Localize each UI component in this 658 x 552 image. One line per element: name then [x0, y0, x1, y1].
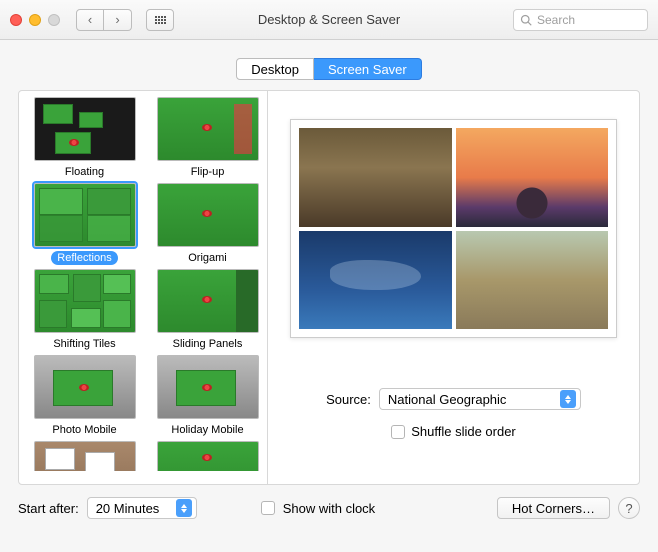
thumbnail-floating — [34, 97, 136, 161]
saver-label: Photo Mobile — [46, 423, 122, 437]
thumbnail-reflections — [34, 183, 136, 247]
saver-photo-mobile[interactable]: Photo Mobile — [27, 355, 142, 437]
saver-origami[interactable]: Origami — [150, 183, 265, 265]
back-button[interactable]: ‹ — [76, 9, 104, 31]
bottom-bar: Start after: 20 Minutes Show with clock … — [0, 485, 658, 519]
shuffle-checkbox[interactable] — [391, 425, 405, 439]
source-value: National Geographic — [388, 392, 507, 407]
maximize-window-button — [48, 14, 60, 26]
search-icon — [520, 14, 532, 26]
show-all-button[interactable] — [146, 9, 174, 31]
preview-image — [456, 128, 609, 227]
thumbnail-shifting-tiles — [34, 269, 136, 333]
shuffle-row: Shuffle slide order — [290, 424, 617, 439]
saver-item-partial[interactable] — [150, 441, 265, 471]
grid-icon — [155, 16, 166, 24]
tab-bar: Desktop Screen Saver — [0, 40, 658, 90]
updown-icon — [560, 390, 576, 408]
saver-item-partial[interactable] — [27, 441, 142, 471]
saver-label: Reflections — [51, 251, 117, 265]
shuffle-label: Shuffle slide order — [411, 424, 516, 439]
nav-buttons: ‹ › — [76, 9, 132, 31]
screensaver-list[interactable]: Floating Flip-up Refle — [19, 91, 268, 484]
source-label: Source: — [326, 392, 371, 407]
saver-label: Origami — [182, 251, 233, 265]
saver-reflections[interactable]: Reflections — [27, 183, 142, 265]
source-row: Source: National Geographic — [290, 388, 617, 410]
start-after-value: 20 Minutes — [96, 501, 160, 516]
saver-label: Flip-up — [185, 165, 231, 179]
saver-label: Floating — [59, 165, 110, 179]
search-input[interactable]: Search — [513, 9, 648, 31]
screensaver-preview — [290, 119, 617, 338]
preview-image — [299, 128, 452, 227]
forward-button[interactable]: › — [104, 9, 132, 31]
saver-holiday-mobile[interactable]: Holiday Mobile — [150, 355, 265, 437]
thumbnail-holiday-mobile — [157, 355, 259, 419]
preview-image — [299, 231, 452, 330]
main-panel: Floating Flip-up Refle — [18, 90, 640, 485]
chevron-left-icon: ‹ — [88, 12, 92, 27]
hot-corners-button[interactable]: Hot Corners… — [497, 497, 610, 519]
search-placeholder: Search — [537, 13, 575, 27]
preview-image — [456, 231, 609, 330]
saver-shifting-tiles[interactable]: Shifting Tiles — [27, 269, 142, 351]
traffic-lights — [10, 14, 60, 26]
close-window-button[interactable] — [10, 14, 22, 26]
tab-segment: Desktop Screen Saver — [236, 58, 421, 80]
saver-label: Sliding Panels — [167, 337, 249, 351]
preview-pane: Source: National Geographic Shuffle slid… — [268, 91, 639, 484]
thumbnail-partial — [34, 441, 136, 471]
saver-floating[interactable]: Floating — [27, 97, 142, 179]
saver-label: Holiday Mobile — [165, 423, 249, 437]
thumbnail-sliding-panels — [157, 269, 259, 333]
updown-icon — [176, 499, 192, 517]
content: Desktop Screen Saver Floating — [0, 40, 658, 552]
show-clock-checkbox[interactable] — [261, 501, 275, 515]
tab-screen-saver[interactable]: Screen Saver — [314, 58, 422, 80]
saver-label: Shifting Tiles — [47, 337, 121, 351]
thumbnail-partial — [157, 441, 259, 471]
start-after-select[interactable]: 20 Minutes — [87, 497, 197, 519]
chevron-right-icon: › — [115, 12, 119, 27]
show-clock-label: Show with clock — [283, 501, 375, 516]
minimize-window-button[interactable] — [29, 14, 41, 26]
thumbnail-flip-up — [157, 97, 259, 161]
start-after-label: Start after: — [18, 501, 79, 516]
titlebar: ‹ › Desktop & Screen Saver Search — [0, 0, 658, 40]
saver-flip-up[interactable]: Flip-up — [150, 97, 265, 179]
thumbnail-photo-mobile — [34, 355, 136, 419]
help-icon: ? — [625, 501, 632, 516]
thumbnail-origami — [157, 183, 259, 247]
source-select[interactable]: National Geographic — [379, 388, 581, 410]
help-button[interactable]: ? — [618, 497, 640, 519]
saver-sliding-panels[interactable]: Sliding Panels — [150, 269, 265, 351]
tab-desktop[interactable]: Desktop — [236, 58, 314, 80]
